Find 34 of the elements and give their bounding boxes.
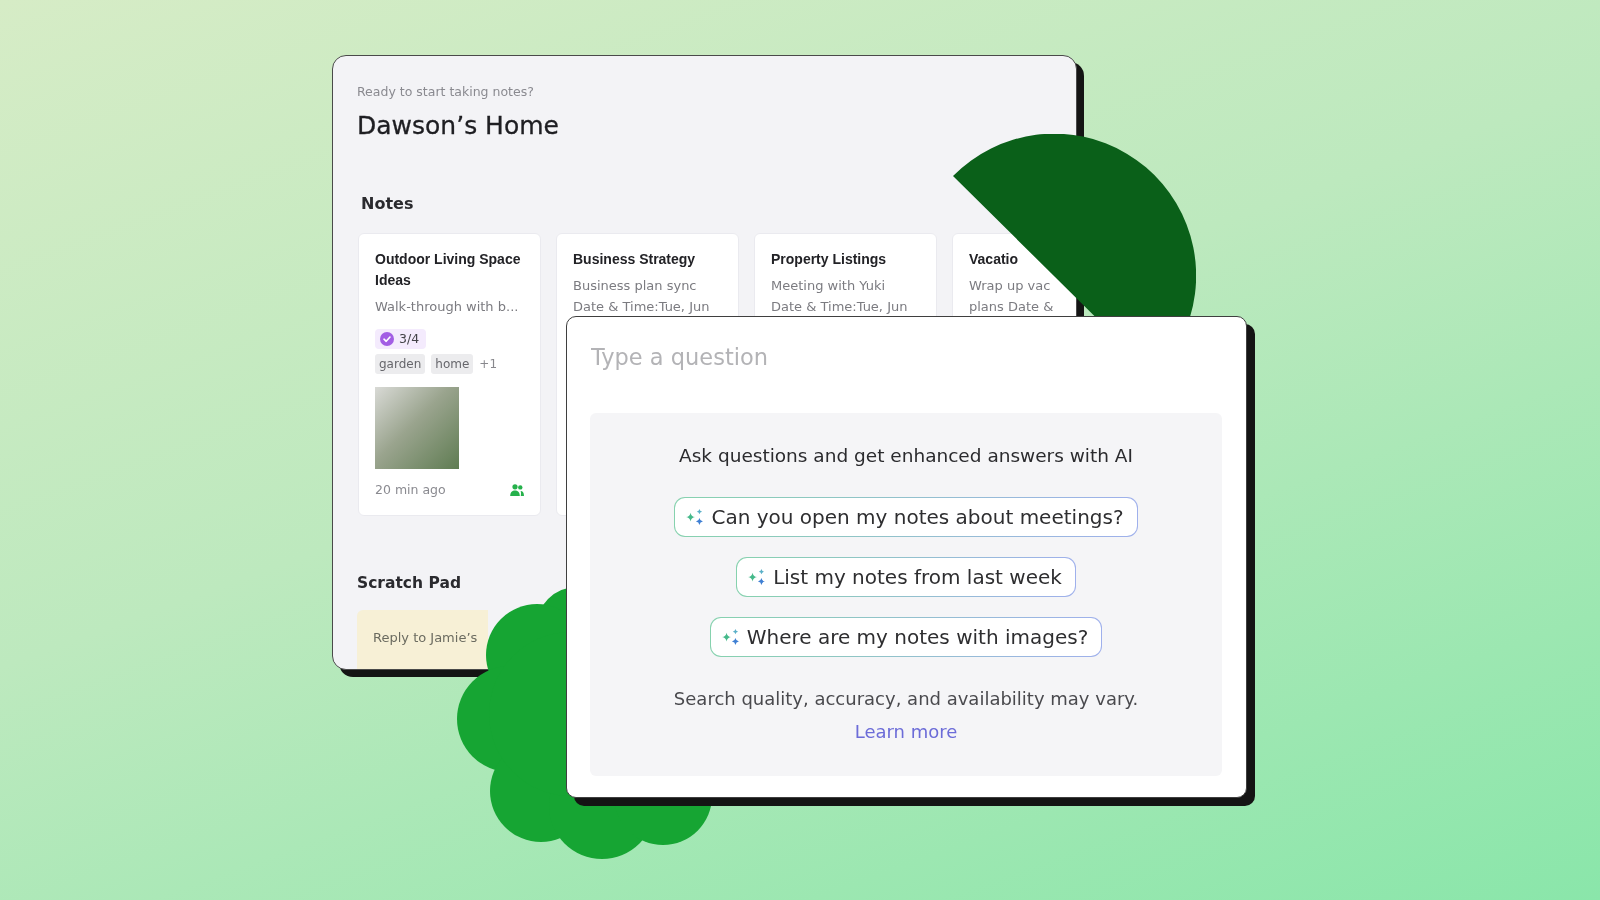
sparkle-icon [748, 569, 766, 585]
note-preview: Date & Time:Tue, Jun [573, 297, 710, 316]
section-heading: Scratch Pad [357, 573, 461, 594]
note-preview: Meeting with Yuki [771, 277, 886, 295]
note-preview: Wrap up vac [969, 277, 1051, 295]
note-title: Property Listings [771, 250, 888, 269]
more-tags-count: +1 [479, 356, 498, 371]
note-preview: Business plan sync [573, 277, 697, 295]
note-tag: garden [375, 353, 426, 374]
learn-more-link[interactable]: Learn more [854, 719, 958, 745]
people-icon [510, 483, 524, 496]
task-count-text: 3/4 [399, 331, 420, 346]
question-input[interactable]: Type a question [590, 329, 1222, 385]
panel-intro: Ask questions and get enhanced answers with AI [679, 444, 1133, 468]
disclaimer-text: Search quality, accuracy, and availability may vary. [673, 687, 1139, 711]
note-preview: Walk-through with b... [375, 298, 519, 316]
note-timestamp: 20 min ago [375, 482, 446, 497]
note-title: Outdoor Living Space Ideas [375, 250, 522, 290]
check-circle-icon [380, 331, 394, 346]
window-subtitle: Ready to start taking notes? [357, 83, 534, 101]
note-preview: Date & Time:Tue, Jun [771, 297, 908, 316]
note-title: Business Strategy [573, 250, 697, 269]
suggestion-button[interactable]: Where are my notes with images? [709, 617, 1103, 657]
scratch-pad-note[interactable]: Reply to Jamie’s [357, 610, 488, 669]
sparkle-icon [686, 509, 704, 525]
note-title: Vacatio [969, 250, 1020, 269]
window-title: Dawson’s Home [357, 110, 559, 142]
note-card[interactable]: Outdoor Living Space Ideas Walk-through with b... 3/4 garden home +1 20 min ago [358, 233, 541, 516]
suggestion-button[interactable]: List my notes from last week [736, 557, 1076, 597]
section-heading: Notes [361, 193, 414, 215]
note-tag: home [431, 353, 474, 374]
sparkle-icon [721, 629, 739, 645]
suggestion-button[interactable]: Can you open my notes about meetings? [674, 497, 1138, 537]
note-preview: plans Date & [969, 297, 1054, 316]
